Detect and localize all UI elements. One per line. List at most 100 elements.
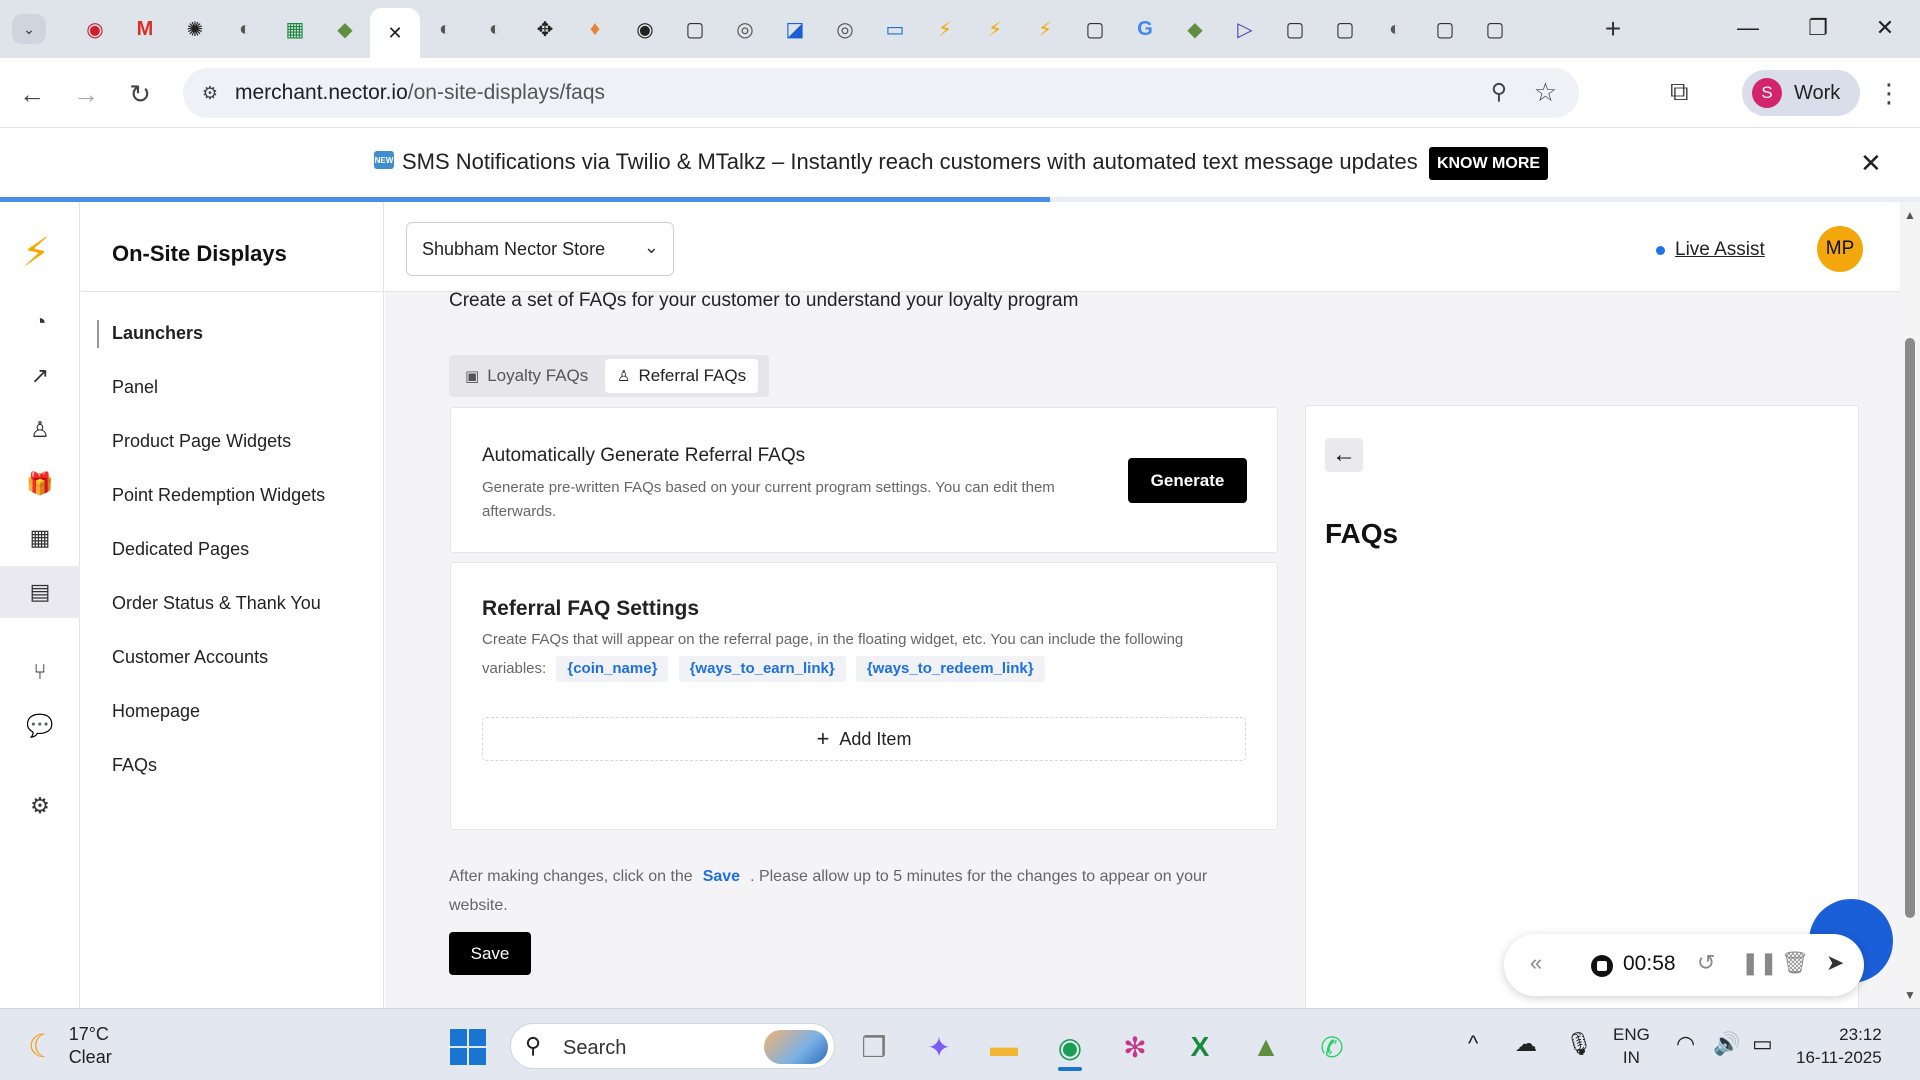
app-tab-icon[interactable]: ◪ <box>770 0 820 58</box>
chat-tab-icon[interactable]: ▭ <box>870 0 920 58</box>
user-avatar[interactable]: MP <box>1817 226 1863 272</box>
page-tab-icon[interactable]: ▢ <box>1270 0 1320 58</box>
pause-recording-icon[interactable]: ❚❚ <box>1741 950 1778 976</box>
forward-arrow-icon[interactable]: → <box>66 74 106 114</box>
whatsapp-icon[interactable]: ✆ <box>1308 1023 1356 1071</box>
sidebar-item-launchers[interactable]: Launchers <box>112 323 203 344</box>
nector-bolt-logo-icon[interactable]: ⚡ <box>22 230 50 276</box>
rewards-gift-icon[interactable]: 🎁 <box>0 458 80 510</box>
vertical-scrollbar[interactable]: ▲ ▼ <box>1900 202 1920 1008</box>
task-view-icon[interactable]: ❐ <box>850 1023 898 1071</box>
google-tab-icon[interactable]: G <box>1120 0 1170 58</box>
back-arrow-icon[interactable]: ← <box>12 74 52 114</box>
weather-widget[interactable]: ☾ 17°C Clear <box>28 1023 112 1069</box>
shopify-tab-icon[interactable]: ◆ <box>320 0 370 58</box>
excel-icon[interactable]: X <box>1176 1023 1224 1071</box>
gmail-tab-icon[interactable]: M <box>120 0 170 58</box>
restore-window-icon[interactable]: ❐ <box>1795 8 1841 48</box>
copilot-icon[interactable]: ✦ <box>915 1023 963 1071</box>
slack-icon[interactable]: ✻ <box>1111 1023 1159 1071</box>
variable-chip-ways-to-earn[interactable]: {ways_to_earn_link} <box>678 656 846 682</box>
globe-tab-icon[interactable]: ◐ <box>220 0 270 58</box>
apps-grid-icon[interactable]: ▦ <box>0 512 80 564</box>
sidebar-item-homepage[interactable]: Homepage <box>112 701 200 722</box>
photos-icon[interactable]: ▲ <box>1242 1023 1290 1071</box>
sidebar-item-panel[interactable]: Panel <box>112 377 158 398</box>
windows-start-icon[interactable] <box>450 1029 486 1065</box>
save-note-link[interactable]: Save <box>703 868 740 885</box>
support-chat-icon[interactable]: 💬 <box>0 700 80 752</box>
volume-icon[interactable]: 🔊 <box>1713 1031 1740 1057</box>
sidebar-item-dedicated-pages[interactable]: Dedicated Pages <box>112 539 249 560</box>
reload-icon[interactable]: ↻ <box>120 74 160 114</box>
bookmark-star-icon[interactable]: ☆ <box>1534 77 1557 108</box>
extensions-puzzle-icon[interactable]: ⧉ <box>1670 76 1689 108</box>
integrations-branch-icon[interactable]: ⑂ <box>0 646 80 698</box>
generate-button[interactable]: Generate <box>1128 458 1247 503</box>
add-item-button[interactable]: + Add Item <box>482 717 1246 761</box>
pointer-tool-icon[interactable]: ➤ <box>1826 950 1844 976</box>
close-banner-icon[interactable]: ✕ <box>1860 148 1882 179</box>
stop-recording-icon[interactable] <box>1591 955 1613 977</box>
globe-tab-icon[interactable]: ◐ <box>1370 0 1420 58</box>
site-info-icon[interactable]: ⚙ <box>197 80 223 106</box>
taskbar-search[interactable]: ⚲ Search <box>510 1023 835 1069</box>
address-bar[interactable]: ⚙ merchant.nector.io/on-site-displays/fa… <box>183 68 1579 118</box>
scroll-down-icon[interactable]: ▼ <box>1904 988 1916 1002</box>
sheets-tab-icon[interactable]: ▦ <box>270 0 320 58</box>
sidebar-item-order-status[interactable]: Order Status & Thank You <box>112 593 321 614</box>
back-arrow-icon[interactable]: ← <box>1325 438 1363 472</box>
file-explorer-icon[interactable]: ▬ <box>980 1023 1028 1071</box>
record-tab-icon[interactable]: ◉ <box>70 0 120 58</box>
variable-chip-ways-to-redeem[interactable]: {ways_to_redeem_link} <box>855 656 1045 682</box>
sidebar-item-point-redemption-widgets[interactable]: Point Redemption Widgets <box>112 485 325 506</box>
variable-chip-coin-name[interactable]: {coin_name} <box>556 656 669 682</box>
page-tab-icon[interactable]: ▢ <box>1420 0 1470 58</box>
restart-recording-icon[interactable]: ↺ <box>1697 950 1715 976</box>
input-language[interactable]: ENG IN <box>1613 1023 1650 1069</box>
live-assist-link[interactable]: Live Assist <box>1656 239 1765 261</box>
url-text[interactable]: merchant.nector.io/on-site-displays/faqs <box>235 81 605 105</box>
page-tab-icon[interactable]: ▢ <box>670 0 720 58</box>
sidebar-item-customer-accounts[interactable]: Customer Accounts <box>112 647 268 668</box>
tab-search-chevron-icon[interactable]: ⌄ <box>12 14 46 44</box>
app-tab-icon[interactable]: ◎ <box>820 0 870 58</box>
globe-tab-icon[interactable]: ◐ <box>420 0 470 58</box>
dashboard-pie-icon[interactable]: ◔ <box>0 296 80 348</box>
tab-referral-faqs[interactable]: ♙ Referral FAQs <box>605 359 759 393</box>
zoom-icon[interactable]: ⚲ <box>1491 79 1507 105</box>
tray-overflow-chevron-icon[interactable]: ^ <box>1468 1031 1478 1057</box>
settings-gear-icon[interactable]: ⚙ <box>0 780 80 832</box>
store-selector[interactable]: Shubham Nector Store ⌄ <box>406 222 674 276</box>
sidebar-item-faqs[interactable]: FAQs <box>112 755 157 776</box>
new-tab-plus-icon[interactable]: + <box>1588 0 1638 58</box>
battery-icon[interactable]: ▭ <box>1752 1031 1773 1057</box>
page-tab-icon[interactable]: ▢ <box>1070 0 1120 58</box>
bolt-tab-icon[interactable]: ⚡ <box>920 0 970 58</box>
bolt-tab-icon[interactable]: ⚡ <box>970 0 1020 58</box>
scroll-up-icon[interactable]: ▲ <box>1904 208 1916 222</box>
browser-menu-icon[interactable]: ⋮ <box>1876 78 1902 109</box>
minimize-icon[interactable]: — <box>1725 8 1771 48</box>
page-tab-icon[interactable]: ▢ <box>1470 0 1520 58</box>
openai-tab-icon[interactable]: ✺ <box>170 0 220 58</box>
wifi-icon[interactable]: ◠ <box>1676 1031 1695 1057</box>
close-window-icon[interactable]: ✕ <box>1862 8 1908 48</box>
analytics-chart-icon[interactable]: ↗ <box>0 350 80 402</box>
bolt-tab-icon[interactable]: ⚡ <box>1020 0 1070 58</box>
onedrive-cloud-icon[interactable]: ☁ <box>1515 1031 1537 1057</box>
microphone-icon[interactable]: 🎙 <box>1565 1031 1593 1057</box>
globe-tab-icon[interactable]: ◐ <box>470 0 520 58</box>
save-button[interactable]: Save <box>449 932 531 975</box>
figma-tab-icon[interactable]: ✥ <box>520 0 570 58</box>
know-more-button[interactable]: KNOW MORE <box>1429 147 1548 180</box>
delete-recording-icon[interactable]: 🗑 <box>1781 950 1809 976</box>
collapse-recorder-icon[interactable]: « <box>1530 950 1542 976</box>
drop-tab-icon[interactable]: ♦ <box>570 0 620 58</box>
scrollbar-thumb[interactable] <box>1905 338 1915 918</box>
customers-user-icon[interactable]: ♙ <box>0 404 80 456</box>
sidebar-item-product-page-widgets[interactable]: Product Page Widgets <box>112 431 291 452</box>
close-active-tab-icon[interactable]: ✕ <box>370 8 420 58</box>
shopify-tab-icon[interactable]: ◆ <box>1170 0 1220 58</box>
chrome-taskbar-icon[interactable]: ◉ <box>1046 1023 1094 1071</box>
